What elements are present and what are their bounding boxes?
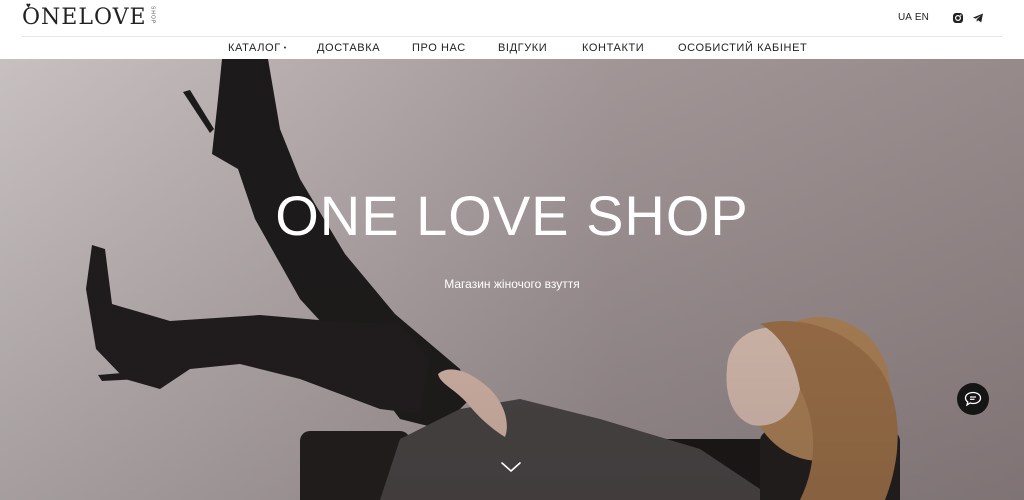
nav-item-label: ОСОБИСТИЙ КАБІНЕТ (678, 42, 808, 54)
logo[interactable]: ♥ ONELOVE SHOP (22, 1, 156, 32)
logo-text: ONELOVE (22, 5, 147, 30)
language-en[interactable]: EN (915, 12, 929, 23)
nav-item-reviews[interactable]: ВІДГУКИ (498, 42, 547, 54)
hero-title: ONE LOVE SHOP (275, 184, 749, 247)
chat-bubble-icon (964, 391, 982, 407)
nav-item-label: КОНТАКТИ (582, 42, 645, 54)
nav-item-label: ВІДГУКИ (498, 42, 548, 54)
social-links (952, 12, 984, 24)
nav-item-delivery[interactable]: ДОСТАВКА (317, 42, 380, 54)
hero-banner: ONE LOVE SHOP Магазин жіночого взуття (0, 59, 1024, 500)
nav-item-contacts[interactable]: КОНТАКТИ (582, 42, 644, 54)
telegram-icon[interactable] (972, 12, 984, 24)
nav-item-account[interactable]: ОСОБИСТИЙ КАБІНЕТ (678, 42, 807, 54)
heart-icon: ♥ (26, 1, 31, 10)
main-nav: КАТАЛОГ • ДОСТАВКА ПРО НАС ВІДГУКИ КОНТАК… (0, 37, 1024, 59)
dropdown-dot-icon: • (283, 44, 287, 52)
nav-item-label: ПРО НАС (412, 42, 466, 54)
nav-item-catalog[interactable]: КАТАЛОГ • (228, 42, 287, 54)
nav-item-label: КАТАЛОГ (228, 42, 281, 54)
language-ua[interactable]: UA (898, 12, 912, 23)
language-switcher: UA EN (898, 12, 929, 23)
header: ♥ ONELOVE SHOP UA EN (0, 0, 1024, 37)
logo-subtitle: SHOP (149, 6, 156, 25)
instagram-icon[interactable] (952, 12, 964, 24)
chat-button[interactable] (957, 383, 989, 415)
nav-item-about[interactable]: ПРО НАС (412, 42, 466, 54)
hero-subtitle: Магазин жіночого взуття (444, 277, 580, 291)
chevron-down-icon[interactable] (500, 460, 522, 474)
nav-item-label: ДОСТАВКА (317, 42, 381, 54)
